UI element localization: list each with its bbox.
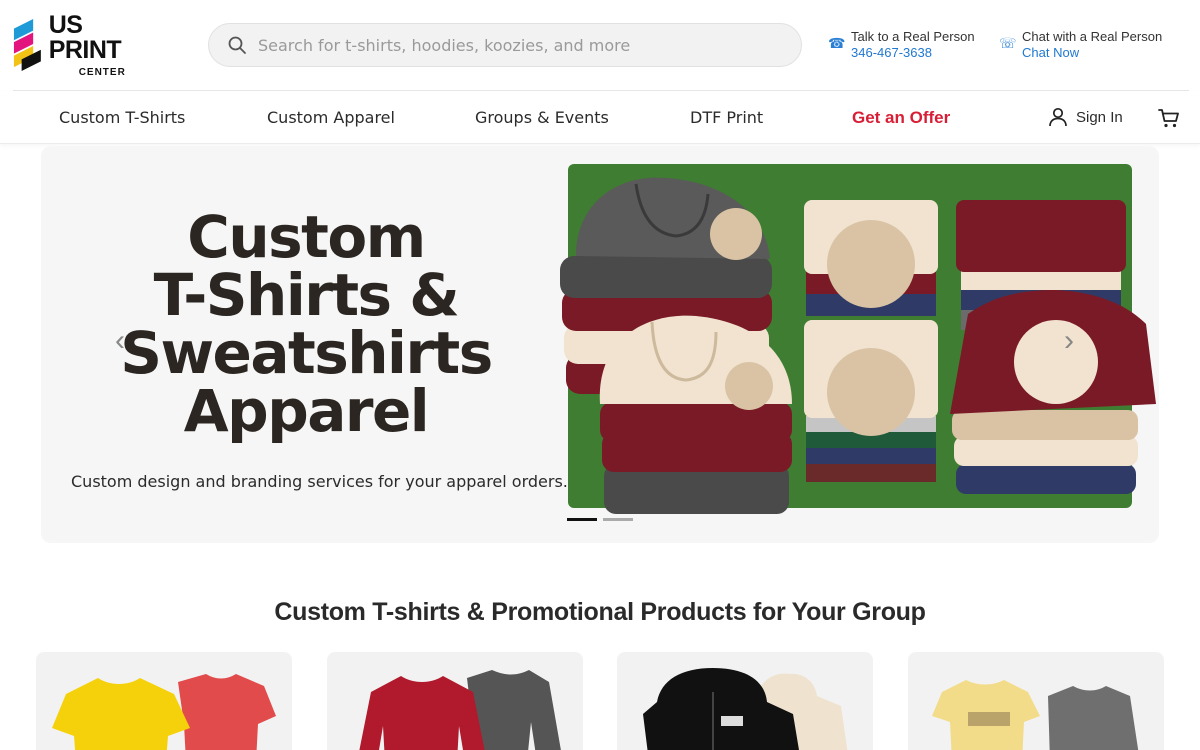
search-icon [228,36,246,54]
hero-title-line: T-Shirts & [153,261,460,329]
logo-subtitle: CENTER [78,66,126,78]
hero-subtitle: Custom design and branding services for … [71,472,568,491]
us-print-center-logo [13,19,41,71]
nav-item-custom-t-shirts[interactable]: Custom T-Shirts [59,108,185,127]
long-sleeve-image [359,670,561,750]
logo-title: US PRINT [48,10,122,64]
hero-product-image [560,164,1156,514]
nav-item-get-an-offer[interactable]: Get an Offer [852,108,950,128]
nav-item-groups-events[interactable]: Groups & Events [475,108,609,127]
nav-item-dtf-print[interactable]: DTF Print [690,108,763,127]
t-shirt-image [52,674,276,750]
cart-icon[interactable] [1157,106,1181,130]
carousel-dot-active[interactable] [567,518,597,521]
nav-item-custom-apparel[interactable]: Custom Apparel [267,108,395,127]
search-bar[interactable] [208,23,802,67]
hero-title: Custom T-Shirts & Sweatshirts Apparel [101,208,511,440]
contact-chat[interactable]: ☏ Chat with a Real Person Chat Now [999,29,1162,61]
sign-in-label: Sign In [1076,108,1123,126]
search-input[interactable] [258,35,778,55]
hero-title-line: Custom [187,203,426,271]
site-logo[interactable]: US PRINT CENTER [12,10,157,77]
product-card-kids[interactable] [908,652,1164,750]
chat-now-link[interactable]: Chat Now [1022,45,1162,61]
chevron-left-icon[interactable]: ‹ [115,326,125,356]
section-title: Custom T-shirts & Promotional Products f… [274,598,926,626]
product-card-long-sleeves[interactable] [327,652,583,750]
hero-title-line: Sweatshirts [120,319,493,387]
user-icon [1049,107,1067,127]
sign-in-button[interactable]: Sign In [1047,106,1123,128]
chat-phone-icon: ☏ [999,35,1017,51]
main-nav: Custom T-Shirts Custom Apparel Groups & … [0,91,1200,144]
contact-call[interactable]: ☎ Talk to a Real Person 346-467-3638 [828,29,975,61]
product-card-t-shirts[interactable] [36,652,292,750]
contact-chat-label: Chat with a Real Person [1022,29,1163,44]
carousel-indicators [567,518,639,521]
kids-apparel-image [932,680,1139,750]
carousel-dot[interactable] [603,518,633,521]
hero-banner[interactable]: Custom T-Shirts & Sweatshirts Apparel Cu… [41,146,1159,543]
hero-title-line: Apparel [183,377,430,445]
chevron-right-icon[interactable]: › [1064,326,1074,356]
top-header: US PRINT CENTER ☎ Talk to a Real Person … [0,0,1200,90]
hoodie-image [643,668,848,750]
contact-call-label: Talk to a Real Person [851,29,975,44]
phone-number-link[interactable]: 346-467-3638 [851,45,975,61]
phone-icon: ☎ [828,35,846,51]
product-card-hoodies[interactable] [617,652,873,750]
